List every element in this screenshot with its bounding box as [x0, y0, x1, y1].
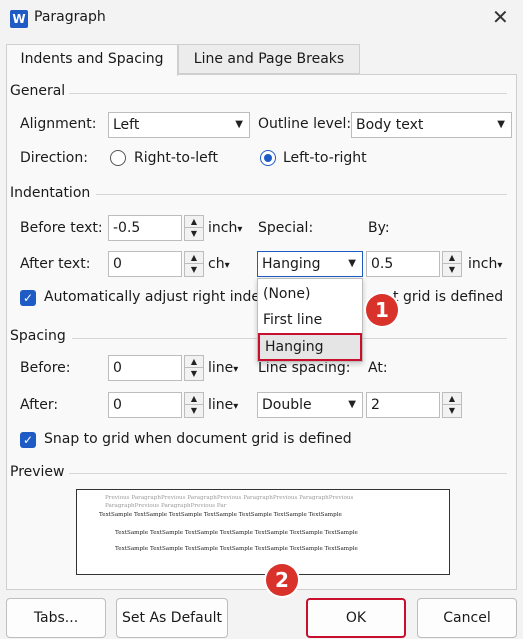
spacing-before-unit[interactable]: line▾ — [208, 360, 238, 376]
tab-line-and-page-breaks[interactable]: Line and Page Breaks — [178, 44, 360, 74]
tabs-button[interactable]: Tabs... — [6, 598, 106, 638]
window-title: Paragraph — [34, 9, 106, 25]
chevron-down-icon: ▼ — [497, 119, 505, 130]
spin-up-icon[interactable]: ▲ — [185, 393, 203, 405]
close-icon[interactable]: ✕ — [492, 5, 509, 29]
preview-divider — [68, 473, 507, 474]
option-first-line[interactable]: First line — [258, 307, 362, 333]
title-bar: W Paragraph ✕ — [0, 0, 523, 38]
option-none[interactable]: (None) — [258, 281, 362, 307]
at-spinner[interactable]: ▲ ▼ — [442, 392, 462, 418]
spacing-divider-right — [363, 338, 507, 339]
preview-section-title: Preview — [10, 464, 69, 480]
option-hanging[interactable]: Hanging — [258, 333, 362, 361]
spacing-section-title: Spacing — [10, 328, 70, 344]
by-unit[interactable]: inch▾ — [468, 256, 502, 272]
ltr-radio[interactable] — [260, 150, 276, 166]
outline-level-select[interactable]: Body text ▼ — [351, 112, 512, 138]
after-text-unit[interactable]: ch▾ — [208, 256, 230, 272]
spin-down-icon[interactable]: ▼ — [185, 368, 203, 380]
direction-label: Direction: — [20, 150, 88, 166]
preview-sample-line: TextSample TextSample TextSample TextSam… — [115, 530, 358, 536]
preview-sample-line: TextSample TextSample TextSample TextSam… — [99, 512, 342, 518]
auto-adjust-checkbox[interactable]: ✓ — [20, 290, 36, 306]
preview-prev-line: Previous ParagraphPrevious ParagraphPrev… — [105, 495, 354, 501]
tab-indents-and-spacing[interactable]: Indents and Spacing — [6, 44, 178, 76]
set-as-default-button[interactable]: Set As Default — [116, 598, 228, 638]
indentation-section-title: Indentation — [10, 185, 95, 201]
spin-down-icon[interactable]: ▼ — [443, 405, 461, 417]
indentation-divider — [96, 194, 507, 195]
after-text-spinner[interactable]: ▲ ▼ — [184, 251, 204, 277]
step-badge-2: 2 — [266, 564, 298, 596]
alignment-label: Alignment: — [20, 116, 97, 132]
line-spacing-label: Line spacing: — [258, 360, 351, 376]
before-text-unit[interactable]: inch▾ — [208, 220, 242, 236]
at-input[interactable]: 2 — [366, 392, 440, 418]
alignment-value: Left — [113, 117, 140, 133]
at-label: At: — [368, 360, 388, 376]
special-dropdown-list: (None) First line Hanging — [257, 278, 363, 362]
ok-button[interactable]: OK — [306, 598, 406, 638]
spacing-after-label: After: — [20, 397, 59, 413]
spin-down-icon[interactable]: ▼ — [443, 264, 461, 276]
special-select[interactable]: Hanging ▼ — [257, 251, 363, 277]
chevron-down-icon: ▼ — [348, 399, 356, 410]
spin-down-icon[interactable]: ▼ — [185, 405, 203, 417]
spacing-after-input[interactable]: 0 — [108, 392, 182, 418]
spin-down-icon[interactable]: ▼ — [185, 228, 203, 240]
special-label: Special: — [258, 220, 314, 236]
spacing-divider — [72, 338, 257, 339]
step-badge-1: 1 — [366, 294, 398, 326]
ltr-label: Left-to-right — [283, 150, 367, 166]
spin-up-icon[interactable]: ▲ — [443, 252, 461, 264]
spin-down-icon[interactable]: ▼ — [185, 264, 203, 276]
spacing-after-spinner[interactable]: ▲ ▼ — [184, 392, 204, 418]
spacing-after-unit[interactable]: line▾ — [208, 397, 238, 413]
auto-adjust-label-end: t grid is defined — [393, 289, 504, 305]
chevron-down-icon: ▼ — [348, 258, 356, 269]
general-divider — [66, 93, 507, 94]
word-app-icon: W — [10, 10, 28, 28]
preview-box: Previous ParagraphPrevious ParagraphPrev… — [76, 489, 450, 575]
cancel-button[interactable]: Cancel — [417, 598, 517, 638]
rtl-radio[interactable] — [110, 150, 126, 166]
spin-up-icon[interactable]: ▲ — [443, 393, 461, 405]
spacing-before-spinner[interactable]: ▲ ▼ — [184, 355, 204, 381]
spin-up-icon[interactable]: ▲ — [185, 356, 203, 368]
alignment-select[interactable]: Left ▼ — [108, 112, 250, 138]
before-text-spinner[interactable]: ▲ ▼ — [184, 215, 204, 241]
line-spacing-value: Double — [262, 397, 312, 413]
line-spacing-select[interactable]: Double ▼ — [257, 392, 363, 418]
after-text-input[interactable]: 0 — [108, 251, 182, 277]
preview-sample-line: TextSample TextSample TextSample TextSam… — [115, 546, 358, 552]
spin-up-icon[interactable]: ▲ — [185, 252, 203, 264]
by-label: By: — [368, 220, 390, 236]
spacing-before-input[interactable]: 0 — [108, 355, 182, 381]
by-spinner[interactable]: ▲ ▼ — [442, 251, 462, 277]
special-value: Hanging — [262, 256, 321, 272]
chevron-down-icon: ▼ — [235, 119, 243, 130]
rtl-label: Right-to-left — [134, 150, 218, 166]
outline-level-label: Outline level: — [258, 116, 352, 132]
outline-level-value: Body text — [356, 117, 424, 133]
preview-prev-line: ParagraphPrevious ParagraphPrevious Par — [105, 503, 227, 509]
snap-to-grid-label: Snap to grid when document grid is defin… — [44, 431, 352, 447]
auto-adjust-label-start: Automatically adjust right inde — [44, 289, 260, 305]
before-text-input[interactable]: -0.5 — [108, 215, 182, 241]
spacing-before-label: Before: — [20, 360, 71, 376]
general-section-title: General — [10, 83, 70, 99]
snap-to-grid-checkbox[interactable]: ✓ — [20, 432, 36, 448]
before-text-label: Before text: — [20, 220, 103, 236]
by-input[interactable]: 0.5 — [366, 251, 440, 277]
after-text-label: After text: — [20, 256, 91, 272]
spin-up-icon[interactable]: ▲ — [185, 216, 203, 228]
